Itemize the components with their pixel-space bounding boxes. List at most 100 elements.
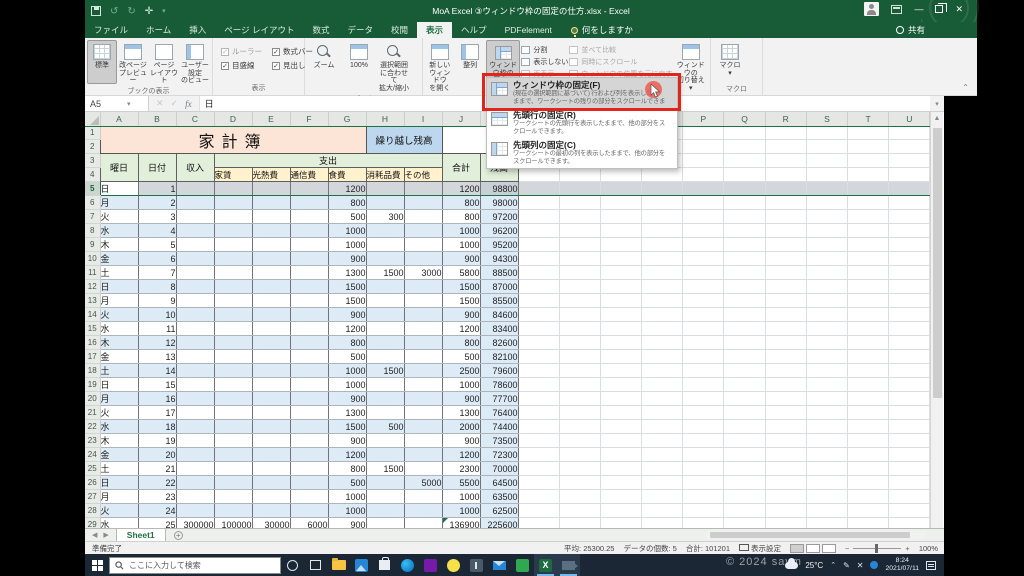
cell-I12[interactable] xyxy=(404,279,443,295)
zoom-level[interactable]: 100% xyxy=(919,544,938,553)
cell-A15[interactable]: 水 xyxy=(100,321,139,337)
page-layout-view-icon[interactable] xyxy=(806,543,821,553)
cell-A21[interactable]: 火 xyxy=(100,405,139,421)
cell[interactable] xyxy=(518,293,560,309)
store-icon[interactable] xyxy=(373,554,396,576)
cell-F10[interactable] xyxy=(290,251,329,267)
cell-H6[interactable] xyxy=(366,195,405,211)
cell-G17[interactable]: 500 xyxy=(328,349,367,365)
cell-B8[interactable]: 4 xyxy=(138,223,177,239)
freeze-menu-item-1[interactable]: 先頭行の固定(R) ワークシートの先頭行を表示したままで、他の部分をス クロールでき… xyxy=(487,108,677,138)
cell-I9[interactable] xyxy=(404,237,443,253)
cell[interactable] xyxy=(847,517,890,528)
cell-A28[interactable]: 火 xyxy=(100,503,139,519)
cell-F12[interactable] xyxy=(290,279,329,295)
cell-E16[interactable] xyxy=(252,335,291,351)
cell[interactable] xyxy=(847,321,890,337)
cell[interactable] xyxy=(682,265,725,281)
cell[interactable] xyxy=(600,517,643,528)
row-header-17[interactable]: 17 xyxy=(85,349,101,365)
row-header-22[interactable]: 22 xyxy=(85,419,101,435)
cell-H19[interactable] xyxy=(366,377,405,393)
collapse-ribbon-icon[interactable]: ⌃ xyxy=(962,83,969,92)
cell[interactable] xyxy=(888,153,931,169)
cell-F29[interactable]: 6000 xyxy=(290,517,329,528)
cell-K17[interactable]: 82100 xyxy=(480,349,519,365)
expand-formula-bar-icon[interactable]: ▾ xyxy=(930,100,944,108)
cell-F24[interactable] xyxy=(290,447,329,463)
cell[interactable] xyxy=(723,251,766,267)
cell[interactable] xyxy=(559,349,601,365)
cell[interactable] xyxy=(806,223,849,239)
cell-H16[interactable] xyxy=(366,335,405,351)
tab-r1[interactable]: ホーム xyxy=(137,22,180,38)
zoom-slider[interactable]: − + xyxy=(845,543,910,553)
cell-E28[interactable] xyxy=(252,503,291,519)
cell-K5[interactable]: 98800 xyxy=(480,181,519,197)
cell-I6[interactable] xyxy=(404,195,443,211)
cell-J6[interactable]: 800 xyxy=(442,195,481,211)
tab-r2[interactable]: 挿入 xyxy=(180,22,215,38)
cell[interactable] xyxy=(600,391,643,407)
cortana-icon[interactable] xyxy=(281,554,304,576)
cell-A10[interactable]: 金 xyxy=(100,251,139,267)
cell[interactable] xyxy=(847,475,890,491)
cell[interactable] xyxy=(600,251,643,267)
tab-r9[interactable]: PDFelement xyxy=(496,22,561,38)
row-header-20[interactable]: 20 xyxy=(85,391,101,407)
tell-me-box[interactable]: 何をしますか xyxy=(570,22,633,38)
cell[interactable] xyxy=(723,153,766,169)
cell[interactable] xyxy=(765,419,807,435)
cell-E12[interactable] xyxy=(252,279,291,295)
cell-E20[interactable] xyxy=(252,391,291,407)
cell-K25[interactable]: 70000 xyxy=(480,461,519,477)
cell-J8[interactable]: 1000 xyxy=(442,223,481,239)
cell-E9[interactable] xyxy=(252,237,291,253)
cell-E18[interactable] xyxy=(252,363,291,379)
cell[interactable] xyxy=(600,195,643,211)
cell-D29[interactable]: 100000 xyxy=(214,517,253,528)
cell[interactable] xyxy=(559,419,601,435)
cell-D21[interactable] xyxy=(214,405,253,421)
cell[interactable] xyxy=(600,419,643,435)
cell[interactable] xyxy=(641,181,684,197)
cell[interactable] xyxy=(806,321,849,337)
subheader-1[interactable]: 光熱費 xyxy=(251,167,291,183)
cell[interactable] xyxy=(600,447,643,463)
cell-C6[interactable] xyxy=(176,195,215,211)
cell-D22[interactable] xyxy=(214,419,253,435)
cell-C8[interactable] xyxy=(176,223,215,239)
checkbox-0[interactable]: ✓ ルーラー xyxy=(221,46,262,57)
cell-K19[interactable]: 78600 xyxy=(480,377,519,393)
cell[interactable] xyxy=(847,377,890,393)
cell[interactable] xyxy=(888,419,931,435)
cell[interactable] xyxy=(888,321,931,337)
cell-J15[interactable]: 1200 xyxy=(442,321,481,337)
cell-C9[interactable] xyxy=(176,237,215,253)
cell[interactable] xyxy=(723,139,766,155)
cell-F17[interactable] xyxy=(290,349,329,365)
cell-G8[interactable]: 1000 xyxy=(328,223,367,239)
cell[interactable] xyxy=(806,517,849,528)
cell[interactable] xyxy=(723,126,766,141)
row-header-7[interactable]: 7 xyxy=(85,209,101,225)
cell[interactable] xyxy=(518,363,560,379)
cell[interactable] xyxy=(806,405,849,421)
hide-button[interactable]: 表示しない xyxy=(521,56,568,67)
split-button[interactable]: 分割 xyxy=(521,44,568,55)
cell-A6[interactable]: 月 xyxy=(100,195,139,211)
cell[interactable] xyxy=(847,433,890,449)
cell[interactable] xyxy=(847,251,890,267)
cell[interactable] xyxy=(765,503,807,519)
cell[interactable] xyxy=(888,195,931,211)
cell[interactable] xyxy=(641,475,684,491)
green-app-icon[interactable] xyxy=(511,554,534,576)
restore-button[interactable] xyxy=(935,3,948,13)
cell-C15[interactable] xyxy=(176,321,215,337)
cell-J18[interactable]: 2500 xyxy=(442,363,481,379)
cell-A7[interactable]: 火 xyxy=(100,209,139,225)
cell[interactable] xyxy=(641,447,684,463)
cell[interactable] xyxy=(518,335,560,351)
tab-file[interactable]: ファイル xyxy=(85,22,137,38)
cell-C16[interactable] xyxy=(176,335,215,351)
